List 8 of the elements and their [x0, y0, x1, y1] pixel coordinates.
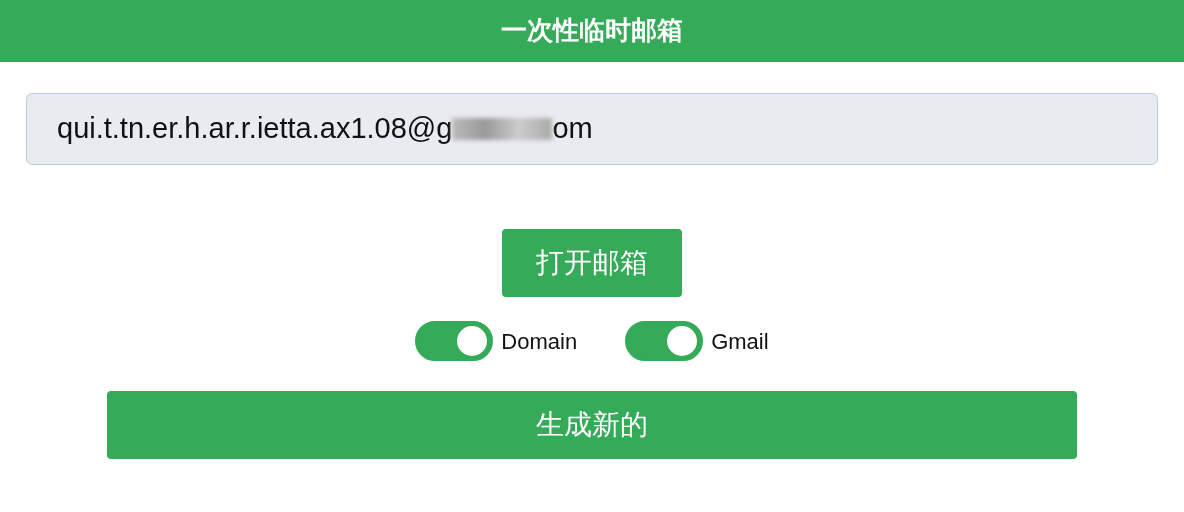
open-mailbox-button[interactable]: 打开邮箱 — [502, 229, 682, 297]
page-title: 一次性临时邮箱 — [501, 15, 683, 47]
toggle-label: Domain — [501, 327, 578, 356]
email-field[interactable]: qui.t.tn.er.h.ar.r.ietta.ax1.08@g om — [26, 93, 1158, 165]
toggle-switch[interactable] — [415, 321, 494, 361]
toggle-label: Gmail — [711, 327, 769, 356]
toggle-switch[interactable] — [625, 321, 704, 361]
generate-button[interactable]: 生成新的 — [107, 391, 1077, 459]
